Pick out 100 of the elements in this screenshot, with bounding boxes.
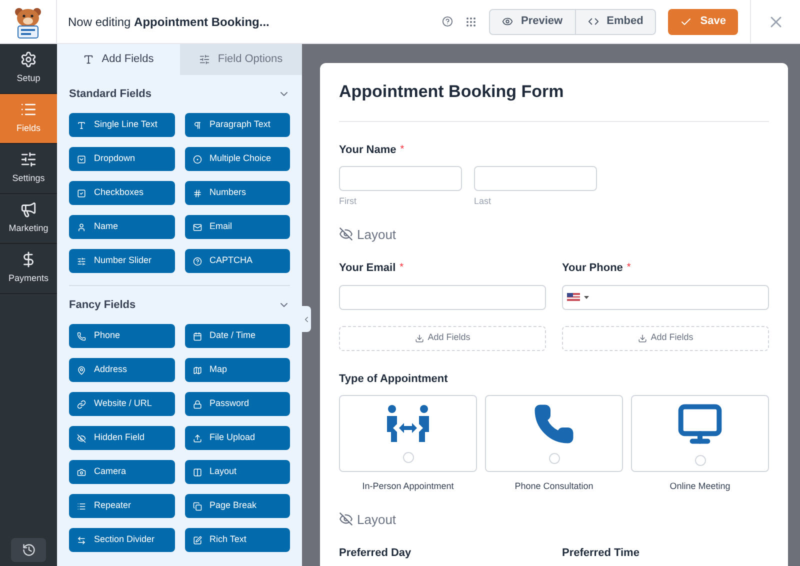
field-button[interactable]: CAPTCHA: [184, 249, 290, 273]
field-button[interactable]: Date / Time: [184, 324, 290, 348]
sliders-icon: [20, 151, 37, 168]
text-icon: [82, 54, 94, 65]
field-icon: [77, 154, 86, 164]
field-icon: [77, 468, 86, 476]
field-icon: [77, 502, 86, 510]
field-icon: [77, 332, 86, 340]
field-button[interactable]: Section Divider: [69, 528, 174, 552]
field-icon: [192, 154, 202, 164]
field-icon: [77, 434, 86, 442]
choice-label: Online Meeting: [670, 480, 730, 493]
choice-label: In-Person Appointment: [362, 480, 454, 493]
field-button[interactable]: Phone: [69, 324, 174, 348]
layout-heading: Layout: [357, 226, 396, 244]
field-icon: [192, 502, 202, 510]
field-icon: [192, 188, 202, 198]
field-icon: [192, 400, 202, 408]
help-icon[interactable]: [442, 16, 454, 27]
choice-label: Phone Consultation: [514, 480, 594, 493]
gear-icon: [20, 51, 37, 68]
text-input[interactable]: [339, 284, 546, 310]
field-button[interactable]: Address: [69, 358, 174, 382]
radio-button[interactable]: [548, 453, 560, 464]
radio-button[interactable]: [694, 455, 706, 466]
field-button[interactable]: Password: [184, 392, 290, 416]
field-icon: [77, 400, 86, 408]
caret-icon: [584, 296, 589, 298]
required-mark: *: [400, 142, 404, 156]
field-icon: [77, 188, 86, 198]
radio-button[interactable]: [402, 452, 414, 463]
add-fields-zone[interactable]: Add Fields: [339, 326, 546, 350]
field-icon: [77, 536, 86, 544]
eye-icon: [502, 16, 514, 27]
field-button[interactable]: Repeater: [69, 494, 174, 518]
choice-card[interactable]: [485, 395, 623, 472]
field-icon: [192, 536, 202, 544]
save-button[interactable]: Save: [668, 8, 738, 34]
phone-input[interactable]: [562, 284, 769, 310]
field-button[interactable]: Layout: [184, 460, 290, 484]
editing-title: Now editing Appointment Booking...: [68, 14, 270, 30]
field-button[interactable]: Email: [184, 215, 290, 239]
field-button[interactable]: Checkboxes: [69, 181, 174, 205]
field-button[interactable]: Name: [69, 215, 174, 239]
field-button[interactable]: Number Slider: [69, 249, 174, 273]
collapse-handle[interactable]: [302, 306, 311, 332]
field-icon: [77, 120, 86, 130]
field-button[interactable]: File Upload: [184, 426, 290, 450]
field-icon: [192, 120, 202, 130]
sublabel: First: [339, 195, 358, 208]
text-input[interactable]: [339, 166, 462, 191]
sliders-icon: [198, 54, 210, 65]
form-title: Appointment Booking Form: [339, 79, 769, 122]
section-heading: Fancy Fields: [69, 298, 136, 313]
required-mark: *: [626, 261, 631, 275]
history-button[interactable]: [11, 538, 46, 562]
field-icon: [192, 256, 202, 266]
field-button[interactable]: Map: [184, 358, 290, 382]
add-fields-zone[interactable]: Add Fields: [562, 326, 769, 350]
field-button[interactable]: Numbers: [184, 181, 290, 205]
field-button[interactable]: Paragraph Text: [184, 113, 290, 137]
field-button[interactable]: Rich Text: [184, 528, 290, 552]
embed-button[interactable]: Embed: [576, 10, 656, 34]
chevron-icon: [302, 314, 311, 324]
field-button[interactable]: Camera: [69, 460, 174, 484]
choice-card[interactable]: [631, 395, 769, 472]
layout-heading: Layout: [357, 510, 396, 529]
field-button[interactable]: Page Break: [184, 494, 290, 518]
megaphone-icon: [20, 201, 37, 218]
field-icon: [77, 222, 86, 232]
download-icon: [638, 334, 647, 342]
field-button[interactable]: Website / URL: [69, 392, 174, 416]
field-button[interactable]: Dropdown: [69, 147, 174, 171]
section-heading: Standard Fields: [69, 86, 152, 102]
field-icon: [77, 256, 86, 266]
text-input[interactable]: [474, 166, 597, 191]
sublabel: Last: [474, 195, 492, 208]
field-button[interactable]: Multiple Choice: [184, 147, 290, 171]
field-button[interactable]: Hidden Field: [69, 426, 174, 450]
hidden-icon: [339, 512, 353, 526]
phone-icon: [533, 403, 575, 445]
field-button[interactable]: Single Line Text: [69, 113, 174, 137]
check-icon: [680, 16, 692, 28]
flag-icon: [567, 293, 580, 301]
grid-icon[interactable]: [465, 16, 478, 28]
nav-item[interactable]: Fields: [0, 94, 57, 144]
panel-tab[interactable]: Field Options: [180, 44, 302, 75]
field-icon: [192, 332, 202, 340]
choice-card[interactable]: [339, 395, 477, 472]
required-mark: *: [400, 261, 404, 275]
field-icon: [192, 366, 202, 374]
field-label: Preferred Day: [339, 546, 412, 561]
people-icon: [385, 404, 431, 444]
field-label: Type of Appointment: [339, 372, 448, 386]
preview-button[interactable]: Preview: [490, 10, 576, 34]
history-icon: [22, 543, 36, 557]
hidden-icon: [339, 227, 353, 242]
download-icon: [414, 334, 424, 342]
field-icon: [192, 222, 202, 232]
field-icon: [192, 468, 202, 476]
